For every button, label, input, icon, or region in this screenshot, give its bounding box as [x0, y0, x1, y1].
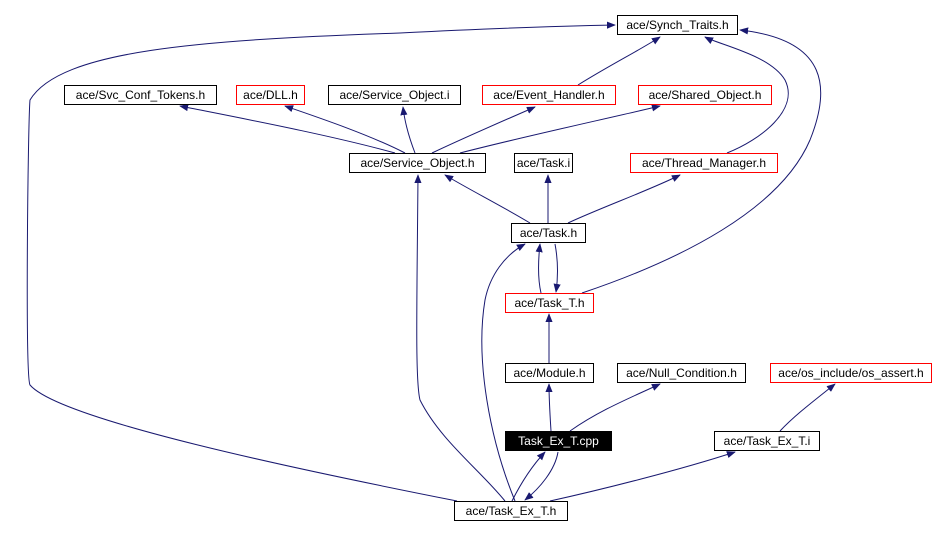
node-null-condition-h[interactable]: ace/Null_Condition.h [617, 363, 746, 383]
edge-task-ex-t-h-to-task-ex-t-cpp [511, 451, 546, 502]
node-task-ex-t-i[interactable]: ace/Task_Ex_T.i [714, 431, 820, 451]
edge-event-handler-to-synch-traits [577, 36, 661, 86]
edge-service-object-h-to-service-object-i [400, 106, 416, 154]
edge-task-h-to-thread-manager [567, 174, 681, 224]
edge-task-ex-t-cpp-to-module-h [545, 383, 553, 432]
edge-task-h-to-service-object-h [444, 174, 531, 224]
node-dll-h[interactable]: ace/DLL.h [236, 85, 305, 105]
node-task-i[interactable]: ace/Task.i [514, 153, 573, 173]
node-service-object-i[interactable]: ace/Service_Object.i [328, 85, 461, 105]
edge-service-object-h-to-event-handler [431, 106, 536, 154]
node-shared-object-h[interactable]: ace/Shared_Object.h [638, 85, 772, 105]
edge-task-ex-t-h-to-task-ex-t-i [549, 451, 736, 502]
dependency-graph-edges [26, 21, 836, 502]
node-task-ex-t-cpp-current: Task_Ex_T.cpp [505, 431, 612, 451]
edge-service-object-h-to-shared-object [459, 104, 661, 154]
edge-task-h-to-task-t-h [553, 243, 561, 293]
edge-task-ex-t-h-to-service-object-h [414, 174, 506, 502]
edge-service-object-h-to-dll [284, 105, 406, 154]
edge-task-t-h-to-task-h [535, 243, 543, 294]
node-task-h[interactable]: ace/Task.h [511, 223, 586, 243]
edge-task-ex-t-cpp-to-null-condition [569, 383, 661, 432]
edge-service-object-h-to-svc-conf-tokens [179, 104, 396, 154]
node-svc-conf-tokens-h[interactable]: ace/Svc_Conf_Tokens.h [64, 85, 217, 105]
node-synch-traits-h[interactable]: ace/Synch_Traits.h [617, 15, 738, 35]
node-module-h[interactable]: ace/Module.h [505, 363, 594, 383]
node-task-t-h[interactable]: ace/Task_T.h [505, 293, 594, 313]
node-os-assert-h[interactable]: ace/os_include/os_assert.h [770, 363, 932, 383]
edge-task-ex-t-cpp-to-task-ex-t-h [524, 451, 559, 501]
edge-task-ex-t-i-to-os-assert [779, 383, 836, 432]
node-service-object-h[interactable]: ace/Service_Object.h [349, 153, 486, 173]
node-task-ex-t-h[interactable]: ace/Task_Ex_T.h [454, 501, 568, 521]
node-thread-manager-h[interactable]: ace/Thread_Manager.h [630, 153, 778, 173]
node-event-handler-h[interactable]: ace/Event_Handler.h [482, 85, 616, 105]
